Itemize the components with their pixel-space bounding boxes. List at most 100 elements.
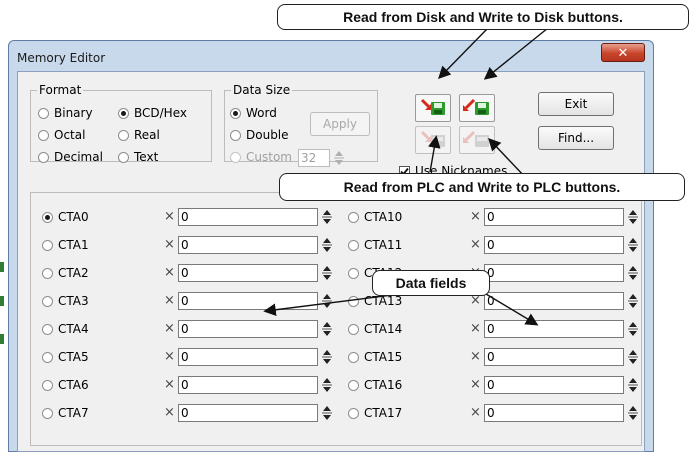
cta-row-radio[interactable]: CTA13	[348, 294, 402, 308]
cta-row-radio[interactable]: CTA7	[42, 406, 89, 420]
write-to-plc-button[interactable]	[459, 126, 495, 154]
multiplier-icon: ×	[470, 321, 481, 336]
data-value-field[interactable]: 0	[484, 320, 624, 338]
data-value-field[interactable]: 0	[484, 348, 624, 366]
cta-label: CTA10	[364, 210, 403, 224]
cta-label: CTA14	[364, 322, 403, 336]
radio-indicator	[42, 239, 53, 251]
format-text-radio[interactable]: Text	[118, 150, 158, 164]
data-value-field[interactable]: 0	[178, 236, 318, 254]
value-spinner[interactable]	[628, 404, 638, 422]
radio-indicator	[118, 151, 129, 163]
apply-button[interactable]: Apply	[310, 112, 370, 136]
data-value-field[interactable]: 0	[178, 376, 318, 394]
format-binary-radio[interactable]: Binary	[38, 106, 93, 120]
value-spinner[interactable]	[628, 264, 638, 282]
radio-indicator	[42, 295, 53, 307]
write-to-plc-icon	[463, 130, 489, 147]
cta-row-radio[interactable]: CTA4	[42, 322, 89, 336]
data-value-field[interactable]: 0	[484, 404, 624, 422]
data-value-field[interactable]: 0	[178, 264, 318, 282]
custom-size-spinner[interactable]	[334, 149, 344, 167]
value-spinner[interactable]	[628, 376, 638, 394]
radio-indicator	[42, 351, 53, 363]
cta-row-radio[interactable]: CTA5	[42, 350, 89, 364]
cta-label: CTA2	[58, 266, 89, 280]
cta-label: CTA5	[58, 350, 89, 364]
cta-row-radio[interactable]: CTA6	[42, 378, 89, 392]
close-button[interactable]: ✕	[601, 43, 645, 62]
read-from-disk-button[interactable]	[415, 94, 451, 122]
cta-label: CTA15	[364, 350, 403, 364]
value-spinner[interactable]	[322, 292, 332, 310]
cta-label: CTA1	[58, 238, 89, 252]
close-icon: ✕	[617, 46, 629, 61]
cta-row-radio[interactable]: CTA3	[42, 294, 89, 308]
radio-indicator	[118, 107, 129, 119]
value-spinner[interactable]	[322, 208, 332, 226]
multiplier-icon: ×	[470, 377, 481, 392]
write-to-disk-button[interactable]	[459, 94, 495, 122]
find-button[interactable]: Find...	[538, 126, 614, 150]
radio-indicator	[348, 351, 359, 363]
size-custom-radio[interactable]: Custom	[230, 150, 292, 164]
value-spinner[interactable]	[628, 236, 638, 254]
value-spinner[interactable]	[322, 264, 332, 282]
window-edge-marker	[0, 334, 4, 344]
value-spinner[interactable]	[322, 404, 332, 422]
value-spinner[interactable]	[628, 208, 638, 226]
value-spinner[interactable]	[322, 376, 332, 394]
cta-row-radio[interactable]: CTA15	[348, 350, 402, 364]
multiplier-icon: ×	[164, 293, 175, 308]
data-value-field[interactable]: 0	[484, 264, 624, 282]
data-value-field[interactable]: 0	[484, 236, 624, 254]
size-word-radio[interactable]: Word	[230, 106, 277, 120]
format-bcdhex-radio[interactable]: BCD/Hex	[118, 106, 187, 120]
read-from-plc-icon	[420, 130, 445, 147]
data-value-field[interactable]: 0	[178, 292, 318, 310]
cta-row-radio[interactable]: CTA11	[348, 238, 402, 252]
data-value-field[interactable]: 0	[178, 208, 318, 226]
multiplier-icon: ×	[164, 349, 175, 364]
data-value-field[interactable]: 0	[484, 208, 624, 226]
value-spinner[interactable]	[322, 320, 332, 338]
data-value-field[interactable]: 0	[484, 376, 624, 394]
cta-row-radio[interactable]: CTA16	[348, 378, 402, 392]
cta-label: CTA11	[364, 238, 403, 252]
data-value-field[interactable]: 0	[178, 348, 318, 366]
cta-row-radio[interactable]: CTA10	[348, 210, 402, 224]
radio-indicator	[42, 211, 53, 223]
radio-indicator	[42, 407, 53, 419]
data-value-field[interactable]: 0	[484, 292, 624, 310]
window-edge-marker	[0, 296, 4, 306]
custom-size-input[interactable]: 32	[298, 149, 330, 167]
cta-label: CTA13	[364, 294, 403, 308]
multiplier-icon: ×	[164, 405, 175, 420]
exit-button[interactable]: Exit	[538, 92, 614, 116]
data-value-field[interactable]: 0	[178, 320, 318, 338]
cta-row-radio[interactable]: CTA1	[42, 238, 89, 252]
cta-row-radio[interactable]: CTA0	[42, 210, 89, 224]
read-from-plc-button[interactable]	[415, 126, 451, 154]
value-spinner[interactable]	[322, 348, 332, 366]
radio-indicator	[348, 239, 359, 251]
format-decimal-radio[interactable]: Decimal	[38, 150, 103, 164]
multiplier-icon: ×	[164, 237, 175, 252]
value-spinner[interactable]	[628, 292, 638, 310]
value-spinner[interactable]	[628, 348, 638, 366]
value-spinner[interactable]	[322, 236, 332, 254]
cta-row-radio[interactable]: CTA17	[348, 406, 402, 420]
size-double-radio[interactable]: Double	[230, 128, 289, 142]
format-octal-radio[interactable]: Octal	[38, 128, 85, 142]
multiplier-icon: ×	[470, 405, 481, 420]
data-value-field[interactable]: 0	[178, 404, 318, 422]
cta-label: CTA3	[58, 294, 89, 308]
cta-row-radio[interactable]: CTA14	[348, 322, 402, 336]
value-spinner[interactable]	[628, 320, 638, 338]
radio-label: Custom	[246, 150, 292, 164]
format-real-radio[interactable]: Real	[118, 128, 160, 142]
cta-row-radio[interactable]: CTA2	[42, 266, 89, 280]
radio-indicator	[348, 267, 359, 279]
radio-indicator	[118, 129, 129, 141]
cta-label: CTA16	[364, 378, 403, 392]
